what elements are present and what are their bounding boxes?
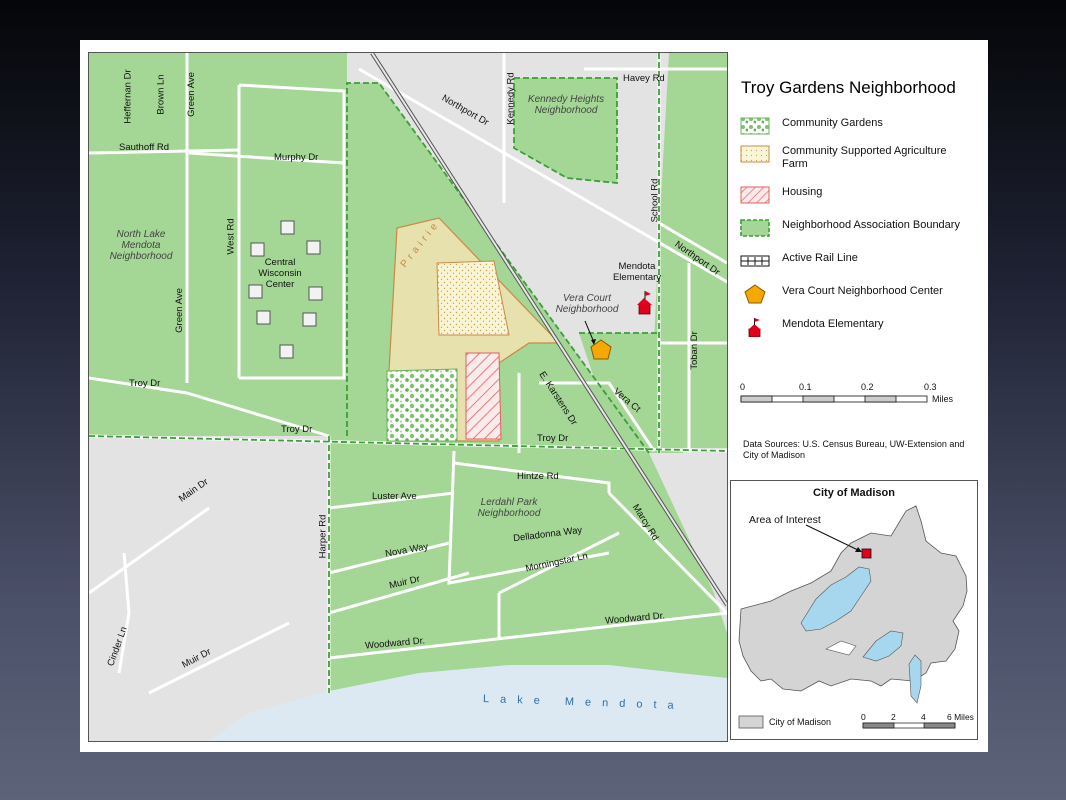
kennedy-neighborhood-label: Kennedy Heights Neighborhood [527, 94, 605, 116]
legend-label: Vera Court Neighborhood Center [782, 285, 943, 297]
scale-tick: 0.2 [861, 382, 874, 392]
legend-label: Neighborhood Association Boundary [782, 219, 960, 231]
lerdahl-neighborhood-label: Lerdahl Park Neighborhood [477, 497, 541, 519]
scale-tick: 0.1 [799, 382, 812, 392]
scale-bar: 0 0.1 0.2 0.3 Miles [740, 382, 970, 422]
street-label-kennedy: Kennedy Rd [505, 72, 517, 125]
rail-line-swatch [740, 255, 770, 267]
housing-parcel [465, 352, 502, 440]
street-label-murphy: Murphy Dr [274, 152, 319, 163]
inset-canvas [738, 505, 968, 729]
street-label-luster: Luster Ave [372, 491, 417, 502]
scale-tick: 0 [740, 382, 746, 392]
scale-bar-graphic [740, 395, 928, 403]
street-label-school: School Rd [649, 178, 661, 223]
legend-item-rail: Active Rail Line [740, 251, 980, 279]
city-legend-label: City of Madison [769, 717, 832, 727]
legend-item-community-gardens: Community Gardens [740, 116, 980, 144]
street-label-troy-right: Troy Dr [537, 433, 569, 444]
legend-label: Community Gardens [782, 117, 883, 129]
street-label-green-ave-top: Green Ave [185, 72, 197, 117]
vera-court-neighborhood-label: Vera Court Neighborhood [555, 293, 619, 315]
csa-farm-swatch [740, 145, 770, 163]
legend-item-mendota-elementary: Mendota Elementary [740, 317, 980, 345]
scale-unit: Miles [932, 394, 954, 404]
legend-item-housing: Housing [740, 185, 980, 213]
community-gardens-parcel [386, 368, 458, 442]
central-wisconsin-label: Central Wisconsin Center [258, 257, 302, 290]
street-label-heffernan: Heffernan Dr [122, 69, 134, 124]
street-label-havey: Havey Rd [623, 73, 665, 84]
street-label-hintze: Hintze Rd [517, 471, 559, 482]
scale-tick: 0.3 [924, 382, 937, 392]
school-flag-icon [748, 318, 761, 337]
map-frame[interactable]: Kennedy Heights Neighborhood North Lake … [88, 52, 728, 742]
lake-waubesa-inset [908, 654, 922, 704]
street-label-troy-left: Troy Dr [129, 378, 161, 389]
inset-map: City of Madison Area of Interest City of… [730, 480, 978, 740]
community-gardens-swatch [740, 117, 770, 135]
data-sources: Data Sources: U.S. Census Bureau, UW-Ext… [743, 439, 965, 460]
inset-scale-tick: 6 Miles [947, 712, 974, 722]
street-label-toban: Toban Dr [688, 331, 700, 370]
legend-label: Active Rail Line [782, 252, 858, 264]
inset-scale-tick: 2 [891, 712, 896, 722]
inset-scale-tick: 0 [861, 712, 866, 722]
legend-item-csa-farm: Community Supported Agriculture Farm [740, 144, 980, 178]
north-lake-neighborhood-label: North Lake Mendota Neighborhood [109, 229, 173, 262]
housing-swatch [740, 186, 770, 204]
mendota-elementary-label: Mendota Elementary [612, 261, 662, 283]
street-label-green-ave: Green Ave [173, 288, 185, 333]
city-legend-swatch [738, 715, 764, 729]
legend-item-boundary: Neighborhood Association Boundary [740, 218, 980, 246]
street-label-brown: Brown Ln [155, 74, 167, 115]
street-label-sauthoff: Sauthoff Rd [119, 142, 170, 153]
area-of-interest-marker [861, 548, 872, 559]
boundary-swatch [740, 219, 770, 237]
inset-scale-tick: 4 [921, 712, 926, 722]
legend-item-vera-court-center: Vera Court Neighborhood Center [740, 284, 980, 312]
street-label-troy-mid: Troy Dr [281, 424, 313, 435]
street-label-west: West Rd [225, 218, 237, 255]
legend-label: Housing [782, 186, 823, 198]
legend-label: Community Supported Agriculture Farm [782, 145, 947, 170]
legend-label: Mendota Elementary [782, 318, 884, 330]
pentagon-icon [744, 284, 766, 304]
legend-title: Troy Gardens Neighborhood [741, 78, 956, 97]
street-label-harper: Harper Rd [317, 514, 329, 559]
slide: Kennedy Heights Neighborhood North Lake … [80, 40, 988, 752]
